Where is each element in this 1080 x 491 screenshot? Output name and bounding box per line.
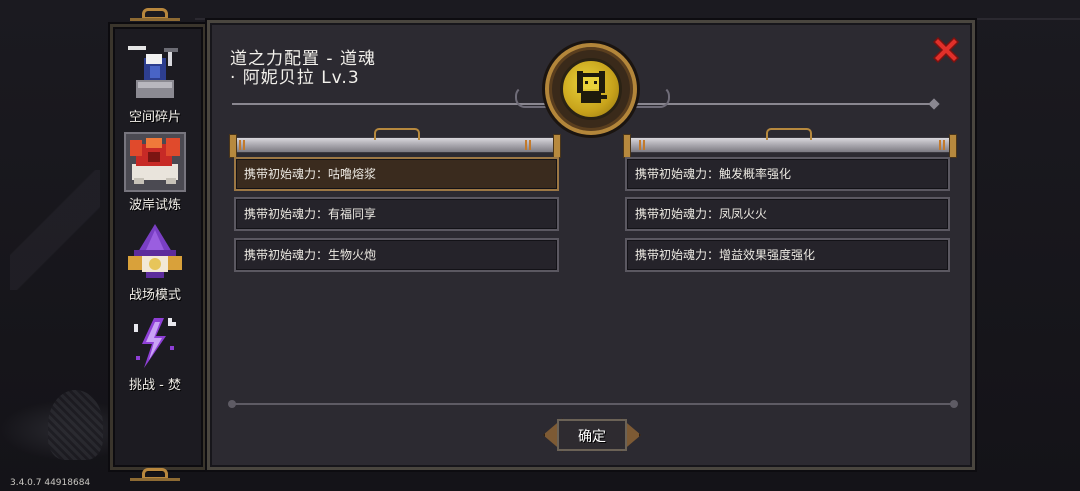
version-text: 3.4.0.7 44918684 <box>10 478 91 488</box>
character-portrait-icon <box>560 58 622 120</box>
sidebar-bottom-ornament <box>130 464 180 484</box>
background-frame <box>195 0 1080 20</box>
left-scroll-handle <box>374 128 420 140</box>
sidebar-item-label: 波岸试炼 <box>128 198 181 213</box>
soul-option-right-1[interactable]: 携带初始魂力：触发概率强化 <box>625 157 950 191</box>
sidebar-item-label: 战场模式 <box>128 288 181 303</box>
title-line-1: 道之力配置 - 道魂 <box>230 49 376 69</box>
confirm-label: 确定 <box>578 429 606 445</box>
character-emblem <box>545 43 637 135</box>
soul-option-right-2[interactable]: 携带初始魂力：凤凤火火 <box>625 197 950 231</box>
sidebar-item-label: 挑战 - 焚 <box>129 378 181 393</box>
bottom-divider <box>228 400 958 408</box>
close-button[interactable] <box>932 36 960 64</box>
confirm-button[interactable]: 确定 <box>543 416 641 454</box>
sidebar-item-battlefield[interactable]: 战场模式 <box>116 222 194 310</box>
space-fragment-icon <box>124 44 186 104</box>
red-dragon-icon <box>124 132 186 192</box>
lightning-icon <box>124 312 186 372</box>
soul-option-left-2[interactable]: 携带初始魂力：有福同享 <box>234 197 559 231</box>
wizard-icon <box>124 222 186 282</box>
right-scroll-handle <box>766 128 812 140</box>
soul-option-left-3[interactable]: 携带初始魂力：生物火炮 <box>234 238 559 272</box>
title-line-2: · 阿妮贝拉 Lv.3 <box>230 68 360 88</box>
sidebar-item-space-fragment[interactable]: 空间碎片 <box>116 44 194 132</box>
sidebar-top-ornament <box>130 4 180 24</box>
background-ornament <box>10 170 100 290</box>
background-statue <box>48 390 103 460</box>
close-x-icon <box>932 36 960 64</box>
sidebar-item-label: 空间碎片 <box>128 110 181 125</box>
soul-option-right-3[interactable]: 携带初始魂力：增益效果强度强化 <box>625 238 950 272</box>
soul-option-left-1[interactable]: 携带初始魂力：咕噜熔浆 <box>234 157 559 191</box>
page-title: 道之力配置 - 道魂 · 阿妮贝拉 Lv.3 <box>230 50 376 88</box>
sidebar-item-challenge[interactable]: 挑战 - 焚 <box>116 312 194 400</box>
sidebar-item-shore-trial[interactable]: 波岸试炼 <box>116 132 194 220</box>
